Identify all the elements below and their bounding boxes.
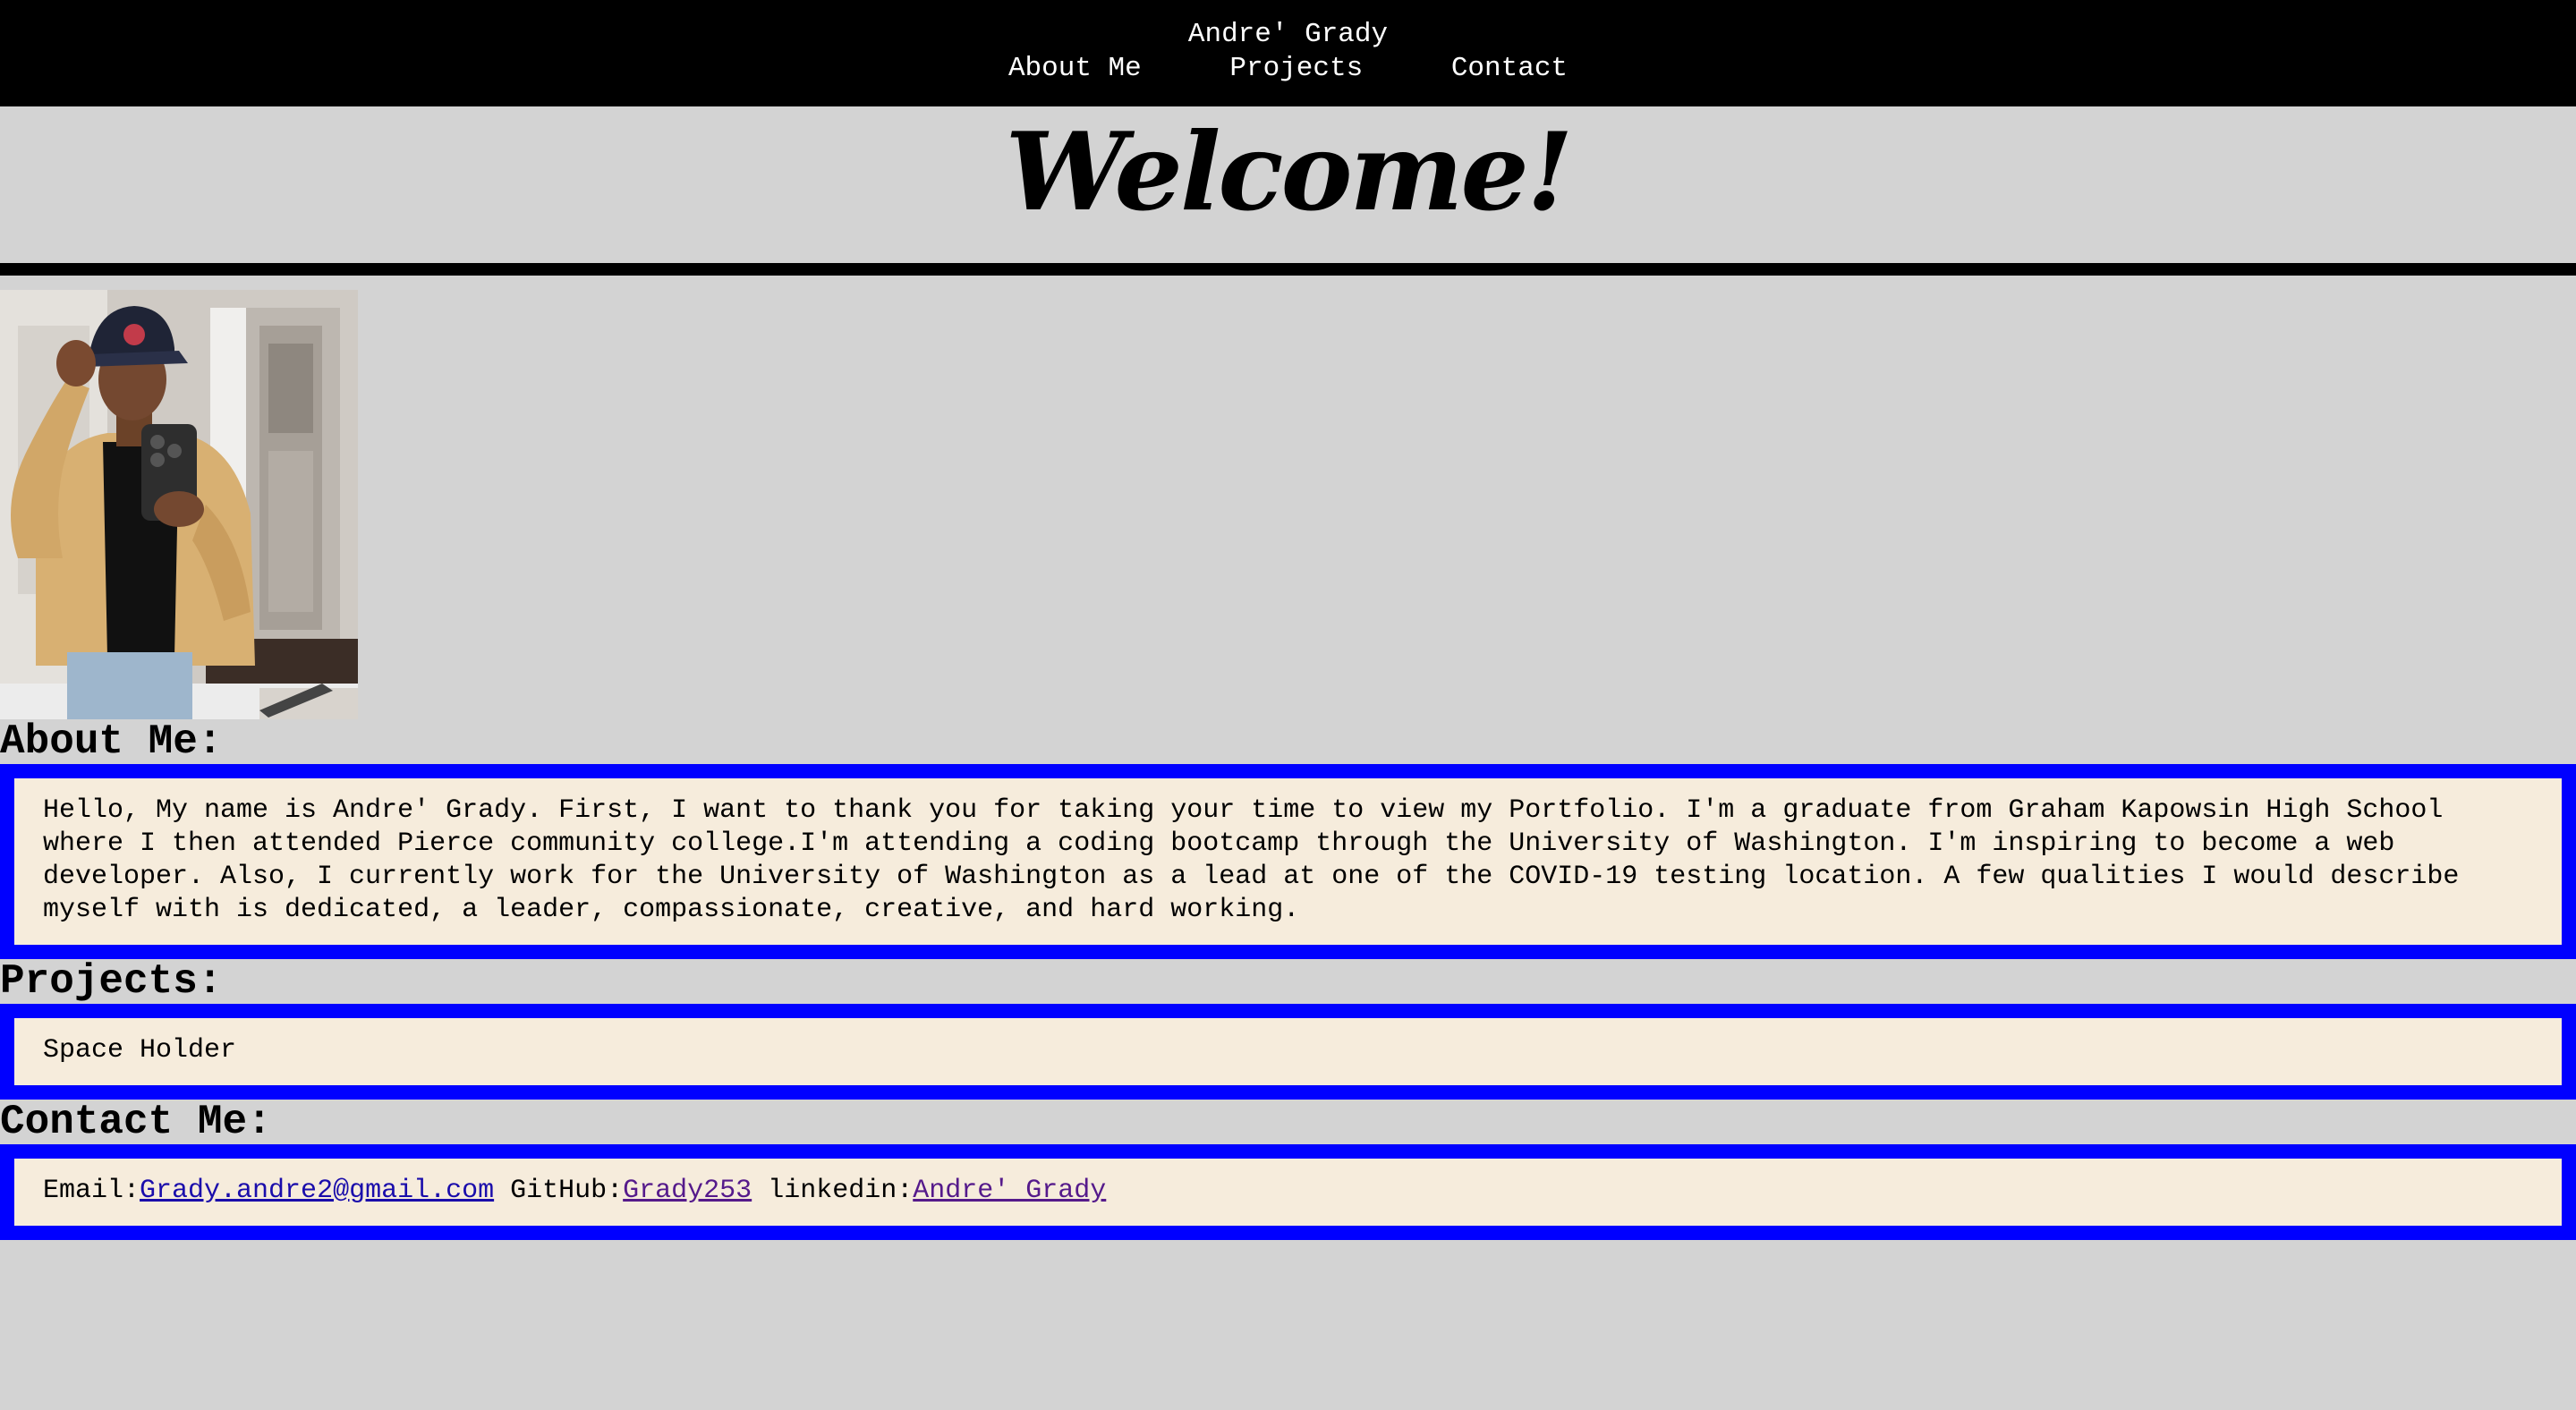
email-label: Email: [43,1176,140,1206]
nav-link-projects[interactable]: Projects [1229,52,1363,86]
github-label: GitHub: [510,1176,624,1206]
nav-link-contact[interactable]: Contact [1451,52,1568,86]
projects-heading: Projects: [0,958,223,1005]
github-link[interactable]: Grady253 [623,1176,752,1206]
divider [0,263,2576,276]
hero: Welcome! [0,106,2576,263]
contact-line: Email:Grady.andre2@gmail.com GitHub:Grad… [43,1175,2533,1208]
site-name: Andre' Grady [1187,19,1389,50]
contact-box: Email:Grady.andre2@gmail.com GitHub:Grad… [0,1144,2576,1240]
nav-link-about-me[interactable]: About Me [1008,52,1142,86]
about-heading: About Me: [0,718,223,765]
profile-photo [0,290,358,719]
contact-heading: Contact Me: [0,1099,272,1145]
email-link[interactable]: Grady.andre2@gmail.com [140,1176,494,1206]
linkedin-label: linkedin: [768,1176,914,1206]
about-box: Hello, My name is Andre' Grady. First, I… [0,764,2576,959]
projects-text: Space Holder [43,1035,237,1066]
main-nav: About Me Projects Contact [0,52,2576,86]
linkedin-link[interactable]: Andre' Grady [913,1176,1106,1206]
projects-box: Space Holder [0,1004,2576,1100]
site-header: Andre' Grady About Me Projects Contact [0,0,2576,106]
about-text: Hello, My name is Andre' Grady. First, I… [43,795,2460,925]
page-title: Welcome! [1005,109,1573,235]
